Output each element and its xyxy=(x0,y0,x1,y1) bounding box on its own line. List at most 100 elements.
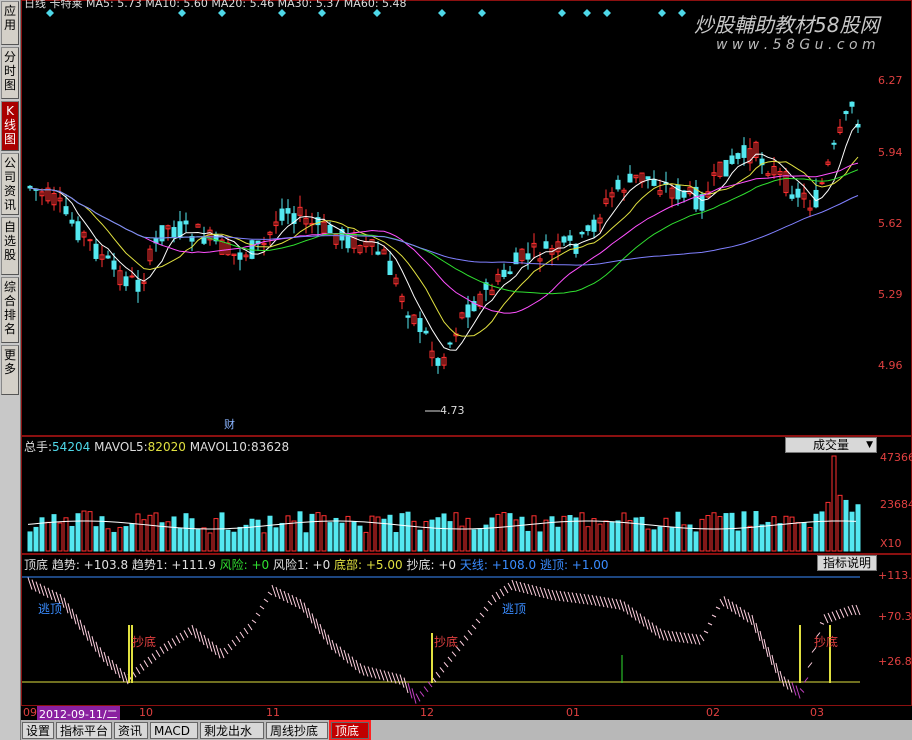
oscillator-stroke xyxy=(691,633,697,645)
volume-bar xyxy=(699,518,705,552)
oscillator-stroke xyxy=(627,604,633,618)
oscillator-stroke xyxy=(835,610,841,620)
oscillator-stroke xyxy=(231,639,237,647)
candle-body xyxy=(819,182,825,185)
sidebar-item-kline[interactable]: K线图 xyxy=(1,101,19,151)
oscillator-stroke xyxy=(223,647,229,655)
oscillator-stroke xyxy=(39,583,45,596)
oscillator-stroke xyxy=(791,682,797,696)
candle-body xyxy=(129,275,135,278)
oscillator-stroke xyxy=(91,636,97,652)
oscillator-stroke xyxy=(703,630,709,634)
indicator-dropdown[interactable]: 成交量 ▼ xyxy=(785,437,877,453)
candle-body xyxy=(183,220,189,225)
volume-legend: 总手:54204 MAVOL5:82020 MAVOL10:83628 xyxy=(24,440,290,454)
oscillator-stroke xyxy=(759,630,765,650)
sidebar-item-app[interactable]: 应用 xyxy=(1,1,19,45)
candle-body xyxy=(513,252,519,265)
oscillator-stroke xyxy=(823,614,829,624)
signal-diamond xyxy=(678,9,686,17)
oscillator-stroke xyxy=(367,666,373,678)
oscillator-stroke xyxy=(323,629,329,645)
buy-bottom-label: 抄底 xyxy=(434,635,459,649)
volume-bar xyxy=(813,513,819,552)
oscillator-stroke xyxy=(315,618,321,635)
volume-bar xyxy=(171,516,177,552)
sidebar-item-timeshare[interactable]: 分时图 xyxy=(1,47,19,99)
volume-bar xyxy=(297,511,303,552)
volume-bar xyxy=(69,525,75,552)
signal-diamond xyxy=(438,9,446,17)
volume-bar xyxy=(525,530,531,552)
indicator-help-button[interactable]: 指标说明 xyxy=(817,555,877,571)
oscillator-stroke xyxy=(311,613,317,629)
oscillator-stroke xyxy=(147,656,153,664)
oscillator-stroke xyxy=(539,586,545,599)
oscillator-stroke xyxy=(435,671,441,678)
oscillator-stroke xyxy=(583,593,589,605)
oscillator-stroke xyxy=(847,606,853,616)
volume-bar xyxy=(267,515,273,552)
tab-weekly-bottom[interactable]: 周线抄底 xyxy=(266,722,328,739)
candle-body xyxy=(561,236,567,243)
oscillator-stroke xyxy=(519,581,525,594)
oscillator-stroke xyxy=(795,685,801,699)
oscillator-stroke xyxy=(35,581,41,594)
volume-bar xyxy=(279,522,285,552)
escape-top-label: 逃顶 xyxy=(502,602,527,616)
volume-bar xyxy=(477,528,483,552)
volume-bar xyxy=(519,516,525,552)
oscillator-stroke xyxy=(735,604,741,618)
tab-news[interactable]: 资讯 xyxy=(114,722,148,739)
watermark-title: 炒股輔助教材58股网 xyxy=(694,13,880,37)
oscillator-stroke xyxy=(119,667,125,683)
oscillator-stroke xyxy=(535,585,541,598)
candle-body xyxy=(375,251,381,255)
candle-body xyxy=(435,358,441,366)
tab-indicator-platform[interactable]: 指标平台 xyxy=(56,722,112,739)
oscillator-stroke xyxy=(663,630,669,641)
price-label-4: 5.29 xyxy=(878,288,903,301)
sidebar-item-ranking[interactable]: 综合排名 xyxy=(1,277,19,343)
sidebar-item-company-news[interactable]: 公司资讯 xyxy=(1,153,19,215)
sidebar-item-more[interactable]: 更多 xyxy=(1,345,19,395)
volume-bar xyxy=(207,532,213,552)
tab-settings[interactable]: 设置 xyxy=(22,722,54,739)
candle-body xyxy=(279,208,285,221)
oscillator-stroke xyxy=(239,631,245,639)
kline-chart[interactable] xyxy=(22,1,911,435)
oscillator-stroke xyxy=(403,677,409,694)
tab-macd[interactable]: MACD xyxy=(150,722,198,739)
tab-dragon-out-of-water[interactable]: 剩龙出水 xyxy=(200,722,264,739)
oscillator-stroke xyxy=(595,595,601,607)
candle-body xyxy=(543,241,549,249)
oscillator-stroke xyxy=(855,604,861,616)
price-label-3: 5.62 xyxy=(878,217,903,230)
oscillator-stroke xyxy=(275,586,281,600)
signal-diamond xyxy=(603,9,611,17)
oscillator-stroke xyxy=(151,653,157,661)
candle-body xyxy=(237,252,243,260)
candle-body xyxy=(417,318,423,333)
sidebar-item-watchlist[interactable]: 自选股 xyxy=(1,217,19,275)
volume-bar xyxy=(441,513,447,552)
oscillator-stroke xyxy=(227,643,233,651)
date-label: 09 xyxy=(23,706,37,719)
oscillator-stroke xyxy=(439,667,445,673)
volume-bar xyxy=(717,516,723,552)
tab-top-bottom[interactable]: 顶底 xyxy=(329,720,371,740)
oscillator-stroke xyxy=(571,592,577,604)
candle-body xyxy=(843,111,849,115)
signal-diamond xyxy=(658,9,666,17)
indicator-legend-item: 底部: +5.00 xyxy=(334,558,407,572)
volume-bar xyxy=(123,526,129,552)
indicator-chart[interactable] xyxy=(22,555,911,705)
price-label-1: 6.27 xyxy=(878,74,903,87)
volume-scale-unit: X10 xyxy=(880,537,902,550)
volume-bar xyxy=(75,513,81,552)
oscillator-stroke xyxy=(43,585,49,598)
oscillator-stroke xyxy=(531,584,537,597)
volume-bar xyxy=(585,526,591,552)
volume-bar xyxy=(249,518,255,552)
financial-event-label[interactable]: 财 xyxy=(224,416,235,432)
